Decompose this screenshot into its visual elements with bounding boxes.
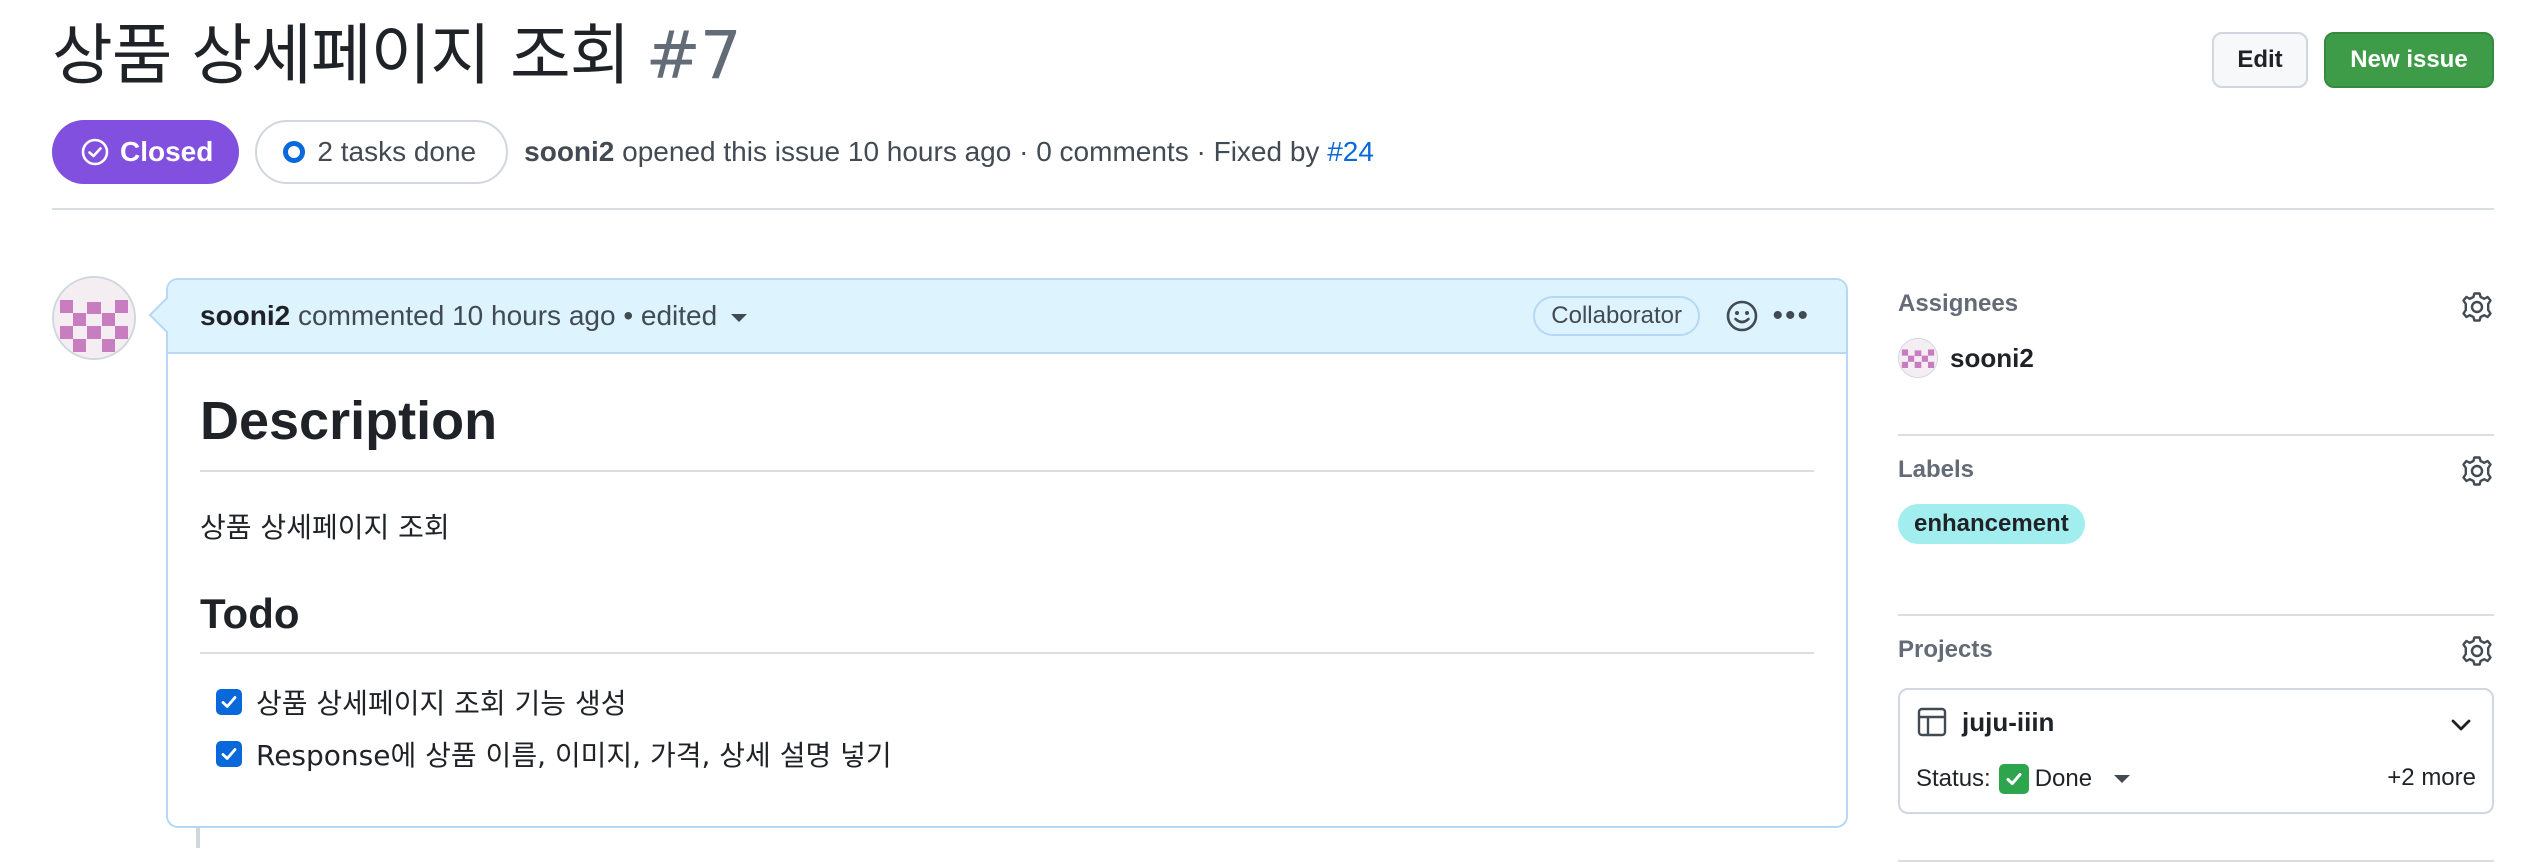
assignee-name: sooni2 (1950, 342, 2034, 373)
status-label: Status: (1916, 765, 1991, 792)
fixed-by-link[interactable]: #24 (1327, 136, 1374, 167)
status-value: Done (2034, 765, 2093, 792)
comment-body: Description 상품 상세페이지 조회 Todo 상품 상세페이지 조회… (168, 390, 1846, 780)
caret-down-icon[interactable] (2114, 775, 2131, 783)
tasks-badge-label: 2 tasks done (317, 136, 477, 167)
label-enhancement[interactable]: enhancement (1898, 504, 2085, 544)
tasks-badge[interactable]: 2 tasks done (255, 120, 509, 184)
more-options-icon[interactable]: ••• (1772, 301, 1810, 331)
todo-item: 상품 상세페이지 조회 기능 생성 (216, 676, 1814, 728)
header-divider (52, 208, 2494, 210)
comment-author-link[interactable]: sooni2 (200, 300, 290, 331)
more-fields-link[interactable]: +2 more (2387, 764, 2476, 792)
identicon-avatar-icon (54, 278, 134, 358)
checkmark-icon (221, 696, 237, 708)
task-checkbox[interactable] (216, 741, 242, 767)
check-circle-icon (81, 138, 109, 166)
comment-header: sooni2 commented 10 hours ago • edited C… (168, 280, 1846, 354)
gear-icon[interactable] (2460, 290, 2494, 324)
gear-icon[interactable] (2460, 454, 2494, 488)
comment-meta-text[interactable]: commented 10 hours ago • edited (298, 300, 717, 331)
edit-button[interactable]: Edit (2212, 32, 2308, 88)
todo-heading: Todo (200, 590, 1814, 654)
status-badge-label: Closed (120, 136, 214, 167)
avatar[interactable] (52, 276, 136, 360)
issue-header: 상품 상세페이지 조회 #7 Edit New issue Closed 2 ta… (52, 14, 2494, 184)
description-heading: Description (200, 390, 1814, 472)
assignee-avatar (1898, 338, 1938, 378)
chevron-down-icon[interactable] (2448, 712, 2474, 738)
issue-number: #7 (645, 17, 741, 94)
project-title[interactable]: juju-iiin (1916, 706, 2054, 738)
table-icon (1917, 707, 1947, 737)
issue-author-link[interactable]: sooni2 (524, 136, 614, 167)
gear-icon[interactable] (2460, 634, 2494, 668)
progress-ring-icon (283, 141, 306, 163)
status-badge: Closed (52, 120, 240, 184)
collaborator-badge: Collaborator (1533, 296, 1700, 336)
assignee-item[interactable]: sooni2 (1898, 338, 2494, 378)
issue-sidebar: Assignees sooni2 Labels enhancement Proj… (1898, 290, 2494, 862)
assignees-section: Assignees sooni2 (1898, 290, 2494, 436)
smiley-icon[interactable] (1724, 298, 1760, 334)
check-mark-button-icon (1998, 764, 2029, 794)
issue-opened-text: opened this issue 10 hours ago · 0 comme… (622, 136, 1320, 167)
task-checkbox[interactable] (216, 689, 242, 715)
identicon-avatar-icon (1899, 339, 1937, 377)
todo-item-label: Response에 상품 이름, 이미지, 가격, 상세 설명 넣기 (256, 739, 892, 772)
todo-item-label: 상품 상세페이지 조회 기능 생성 (256, 687, 627, 720)
projects-section: Projects juju-iiin Status: Done +2 more (1898, 630, 2494, 862)
labels-title: Labels (1898, 456, 1975, 483)
comment-meta: sooni2 commented 10 hours ago • edited (200, 300, 748, 332)
assignees-title: Assignees (1898, 290, 2019, 317)
new-issue-button[interactable]: New issue (2324, 32, 2494, 88)
project-card[interactable]: juju-iiin Status: Done +2 more (1898, 688, 2494, 814)
todo-item: Response에 상품 이름, 이미지, 가격, 상세 설명 넣기 (216, 728, 1814, 780)
checkmark-icon (221, 748, 237, 760)
projects-title: Projects (1898, 636, 1993, 663)
project-name: juju-iiin (1962, 706, 2055, 737)
issue-title: 상품 상세페이지 조회 #7 (52, 14, 742, 98)
timeline-line (196, 828, 200, 848)
issue-title-text: 상품 상세페이지 조회 (52, 17, 630, 94)
issue-comment: sooni2 commented 10 hours ago • edited C… (166, 278, 1848, 828)
todo-list: 상품 상세페이지 조회 기능 생성 Response에 상품 이름, 이미지, … (200, 676, 1814, 780)
edited-dropdown-icon[interactable] (731, 313, 748, 322)
project-status[interactable]: Status: Done (1916, 764, 2131, 794)
issue-meta: sooni2 opened this issue 10 hours ago · … (524, 136, 1374, 168)
description-text: 상품 상세페이지 조회 (200, 511, 450, 544)
labels-section: Labels enhancement (1898, 450, 2494, 616)
